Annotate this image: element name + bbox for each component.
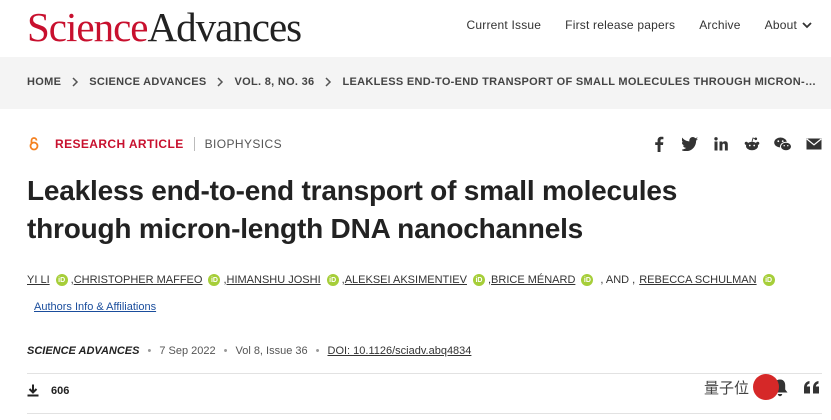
nav-current-issue[interactable]: Current Issue [455, 17, 554, 33]
article-tags: RESEARCH ARTICLE BIOPHYSICS [27, 137, 282, 151]
nav-archive[interactable]: Archive [687, 17, 752, 33]
volume-issue[interactable]: Vol 8, Issue 36 [235, 345, 307, 357]
chevron-right-icon [324, 77, 332, 87]
author-name[interactable]: ALEKSEI AKSIMENTIEV [345, 274, 467, 286]
download-icon [27, 384, 39, 397]
download-count: 606 [27, 384, 69, 397]
twitter-icon[interactable] [681, 136, 699, 152]
linkedin-icon[interactable] [712, 136, 730, 152]
chevron-down-icon [802, 22, 812, 29]
logo-advances: Advances [147, 4, 302, 50]
author-list: YI LI iD, CHRISTOPHER MAFFEO iD, HIMANSH… [27, 274, 778, 286]
author-name[interactable]: HIMANSHU JOSHI [227, 274, 321, 286]
email-icon[interactable] [805, 136, 823, 152]
divider [193, 137, 195, 151]
publication-date: 7 Sep 2022 [159, 345, 216, 357]
subject-label[interactable]: BIOPHYSICS [205, 137, 282, 151]
quote-icon[interactable] [803, 380, 821, 401]
breadcrumb-volume[interactable]: VOL. 8, NO. 36 [234, 76, 314, 88]
main-nav: Current Issue First release papers Archi… [455, 17, 813, 33]
journal-name[interactable]: SCIENCE ADVANCES [27, 345, 139, 357]
author-name[interactable]: REBECCA SCHULMAN [639, 274, 756, 286]
divider [27, 373, 822, 374]
chevron-right-icon [216, 77, 224, 87]
watermark-logo [753, 374, 780, 400]
chevron-right-icon [71, 77, 79, 87]
divider [27, 413, 822, 414]
nav-about[interactable]: About [753, 17, 813, 33]
doi-link[interactable]: DOI: 10.1126/sciadv.abq4834 [328, 345, 472, 357]
nav-first-release-papers[interactable]: First release papers [553, 17, 687, 33]
publication-meta: SCIENCE ADVANCES • 7 Sep 2022 • Vol 8, I… [27, 345, 471, 357]
meta-separator: • [147, 345, 152, 357]
breadcrumb-bar: HOME SCIENCE ADVANCES VOL. 8, NO. 36 LEA… [0, 57, 831, 109]
orcid-icon[interactable]: iD [208, 274, 221, 286]
download-number: 606 [51, 384, 70, 397]
orcid-icon[interactable]: iD [472, 274, 485, 286]
share-bar [650, 136, 823, 152]
watermark: 量子位 [704, 374, 780, 400]
facebook-icon[interactable] [650, 136, 668, 152]
open-access-icon [27, 137, 41, 151]
article-title: Leakless end-to-end transport of small m… [27, 175, 678, 244]
breadcrumb-article: LEAKLESS END-TO-END TRANSPORT OF SMALL M… [342, 76, 817, 88]
science-advances-logo[interactable]: Science Advances [27, 4, 302, 50]
nav-about-label: About [764, 18, 797, 32]
author-name[interactable]: CHRISTOPHER MAFFEO [74, 274, 203, 286]
author-and: , AND , [600, 274, 636, 286]
orcid-icon[interactable]: iD [55, 274, 68, 286]
logo-science: Science [27, 4, 148, 50]
author-name[interactable]: YI LI [27, 274, 50, 286]
reddit-icon[interactable] [743, 136, 761, 152]
breadcrumb-science-advances[interactable]: SCIENCE ADVANCES [89, 76, 206, 88]
wechat-icon[interactable] [774, 136, 792, 152]
site-header: Science Advances Current Issue First rele… [0, 0, 831, 57]
watermark-text: 量子位 [704, 379, 750, 397]
meta-separator: • [315, 345, 320, 357]
orcid-icon[interactable]: iD [762, 274, 775, 286]
article-type-badge: RESEARCH ARTICLE [55, 137, 184, 151]
affiliations-link[interactable]: Authors Info & Affiliations [34, 301, 156, 313]
orcid-icon[interactable]: iD [326, 274, 339, 286]
meta-separator: • [223, 345, 228, 357]
author-name[interactable]: BRICE MÉNARD [491, 274, 575, 286]
orcid-icon[interactable]: iD [581, 274, 594, 286]
breadcrumb: HOME SCIENCE ADVANCES VOL. 8, NO. 36 LEA… [27, 76, 816, 88]
breadcrumb-home[interactable]: HOME [27, 76, 61, 88]
